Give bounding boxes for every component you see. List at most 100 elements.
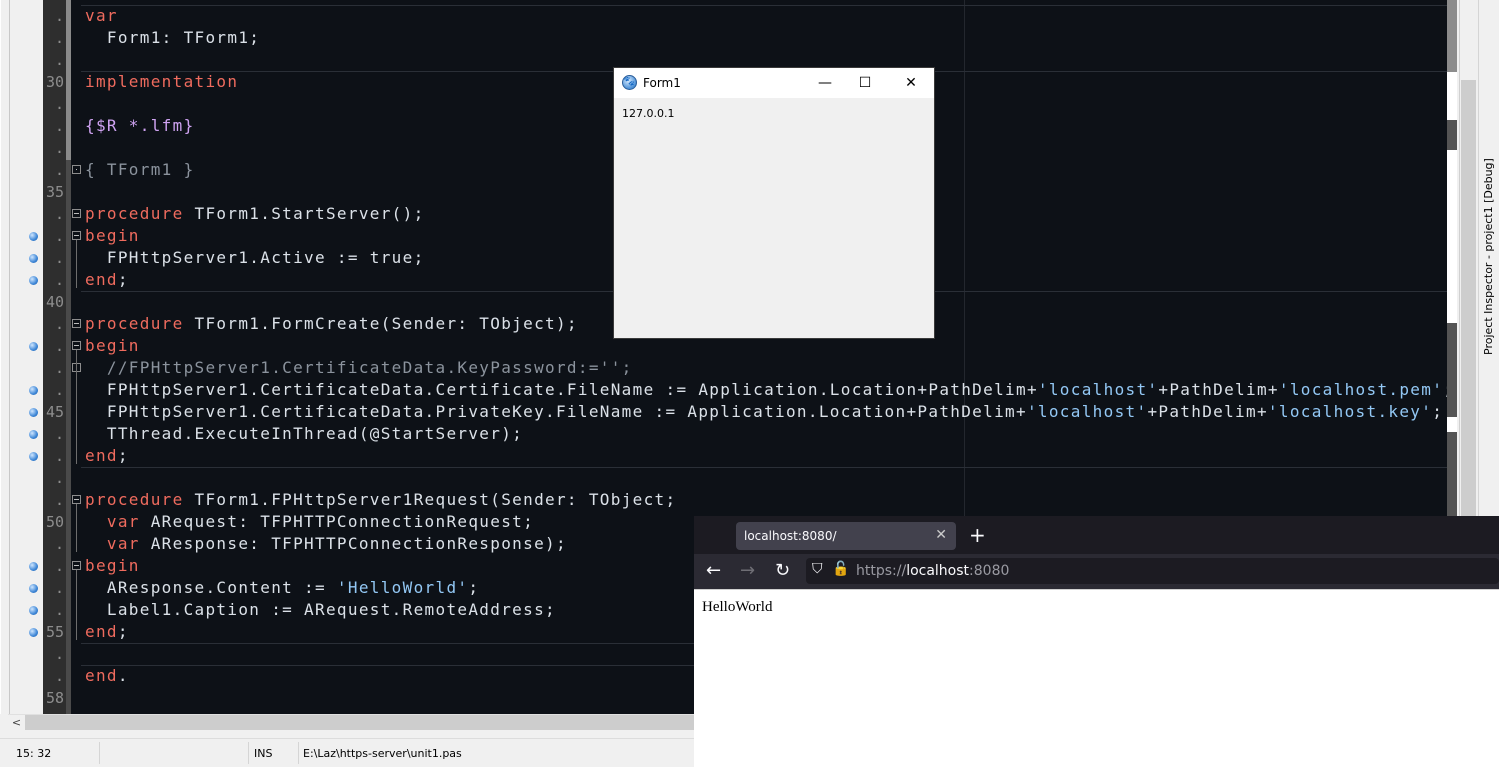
forward-button[interactable]: → bbox=[740, 559, 755, 583]
code-token: procedure bbox=[85, 490, 184, 509]
line-number: . bbox=[54, 95, 64, 113]
code-token: ; bbox=[468, 578, 480, 597]
code-line[interactable]: procedure TForm1.FormCreate(Sender: TObj… bbox=[85, 313, 578, 335]
scroll-left-icon[interactable]: < bbox=[8, 715, 25, 731]
lock-warning-icon[interactable]: 🔓 bbox=[832, 561, 849, 577]
tab-title: localhost:8080/ bbox=[744, 529, 837, 543]
code-token: Form1: TForm1; bbox=[85, 28, 261, 47]
tab-strip: localhost:8080/ ✕ + bbox=[694, 516, 1499, 554]
fold-guide bbox=[76, 350, 77, 464]
breakpoint-dot-icon[interactable] bbox=[29, 254, 38, 263]
code-line[interactable]: end; bbox=[85, 621, 129, 643]
fold-minus-icon[interactable] bbox=[72, 209, 81, 218]
code-line[interactable]: procedure TForm1.StartServer(); bbox=[85, 203, 425, 225]
breakpoint-dot-icon[interactable] bbox=[29, 584, 38, 593]
line-number: . bbox=[54, 667, 64, 685]
code-line[interactable]: begin bbox=[85, 225, 140, 247]
code-token: +PathDelim+ bbox=[1147, 402, 1268, 421]
lazarus-paw-icon: 🐾 bbox=[622, 75, 637, 90]
code-line[interactable]: var bbox=[85, 5, 118, 27]
breakpoint-dot-icon[interactable] bbox=[29, 276, 38, 285]
code-token: ; bbox=[1432, 402, 1444, 421]
fold-minus-icon[interactable] bbox=[72, 319, 81, 328]
code-line[interactable]: FPHttpServer1.Active := true; bbox=[85, 247, 425, 269]
line-number: . bbox=[54, 469, 64, 487]
code-line[interactable]: //FPHttpServer1.CertificateData.KeyPassw… bbox=[85, 357, 633, 379]
new-tab-button[interactable]: + bbox=[969, 522, 986, 548]
line-number: . bbox=[54, 645, 64, 663]
back-button[interactable]: ← bbox=[706, 559, 721, 583]
code-line[interactable]: AResponse.Content := 'HelloWorld'; bbox=[85, 577, 479, 599]
breakpoint-dot-icon[interactable] bbox=[29, 562, 38, 571]
maximize-button[interactable]: ☐ bbox=[842, 68, 888, 98]
fold-minus-icon[interactable] bbox=[72, 561, 81, 570]
reload-button[interactable]: ↻ bbox=[775, 559, 790, 583]
code-token: begin bbox=[85, 556, 140, 575]
form1-titlebar[interactable]: 🐾 Form1 — ☐ ✕ bbox=[614, 68, 934, 98]
line-number: . bbox=[54, 535, 64, 553]
breakpoint-dot-icon[interactable] bbox=[29, 342, 38, 351]
code-line[interactable]: var ARequest: TFPHTTPConnectionRequest; bbox=[85, 511, 534, 533]
code-token: +PathDelim+ bbox=[1158, 380, 1279, 399]
code-line[interactable]: {$R *.lfm} bbox=[85, 115, 195, 137]
code-line[interactable]: end; bbox=[85, 445, 129, 467]
section-divider bbox=[81, 5, 1447, 6]
breakpoint-dot-icon[interactable] bbox=[29, 606, 38, 615]
code-line[interactable]: end; bbox=[85, 269, 129, 291]
close-button[interactable]: ✕ bbox=[888, 68, 934, 98]
breakpoint-dot-icon[interactable] bbox=[29, 232, 38, 241]
tab-close-icon[interactable]: ✕ bbox=[935, 527, 947, 543]
url-bar[interactable]: ⛉ 🔓 https://localhost:8080 bbox=[806, 558, 1499, 584]
line-number: 35 bbox=[45, 183, 64, 201]
code-token: procedure bbox=[85, 314, 184, 333]
line-number: . bbox=[54, 161, 64, 179]
breakpoint-dot-icon[interactable] bbox=[29, 452, 38, 461]
fold-guide bbox=[76, 504, 77, 552]
code-token: { TForm1 } bbox=[85, 160, 195, 179]
code-token: . bbox=[117, 666, 129, 685]
fold-minus-icon[interactable] bbox=[72, 495, 81, 504]
fold-minus-icon[interactable] bbox=[72, 231, 81, 240]
code-line[interactable]: begin bbox=[85, 335, 140, 357]
label1: 127.0.0.1 bbox=[622, 107, 675, 120]
code-line[interactable]: procedure TForm1.FPHttpServer1Request(Se… bbox=[85, 489, 676, 511]
code-token: AResponse.Content := bbox=[85, 578, 337, 597]
url-text[interactable]: https://localhost:8080 bbox=[856, 563, 1009, 579]
code-token: end bbox=[85, 446, 118, 465]
fold-collapsed-icon[interactable] bbox=[72, 165, 81, 174]
code-line[interactable]: FPHttpServer1.CertificateData.Certificat… bbox=[85, 379, 1447, 401]
code-token: 'localhost.key' bbox=[1267, 402, 1433, 421]
breakpoint-dot-icon[interactable] bbox=[29, 430, 38, 439]
code-token: var bbox=[106, 512, 140, 531]
breakpoint-dot-icon[interactable] bbox=[29, 408, 38, 417]
line-number: . bbox=[54, 205, 64, 223]
line-number: . bbox=[54, 447, 64, 465]
code-line[interactable]: var AResponse: TFPHTTPConnectionResponse… bbox=[85, 533, 567, 555]
code-line[interactable]: FPHttpServer1.CertificateData.PrivateKey… bbox=[85, 401, 1443, 423]
form1-title: Form1 bbox=[643, 76, 681, 90]
shield-icon[interactable]: ⛉ bbox=[812, 561, 823, 577]
line-number: . bbox=[54, 359, 64, 377]
code-token: FPHttpServer1.Active := true; bbox=[85, 248, 425, 267]
code-line[interactable]: Label1.Caption := ARequest.RemoteAddress… bbox=[85, 599, 556, 621]
breakpoint-dot-icon[interactable] bbox=[29, 628, 38, 637]
tab-localhost[interactable]: localhost:8080/ ✕ bbox=[736, 522, 956, 550]
code-token: end bbox=[85, 270, 118, 289]
breakpoint-dot-icon[interactable] bbox=[29, 386, 38, 395]
code-line[interactable]: begin bbox=[85, 555, 140, 577]
project-inspector-title: Project Inspector - project1 [Debug] bbox=[1482, 158, 1495, 355]
code-line[interactable]: { TForm1 } bbox=[85, 159, 195, 181]
code-line[interactable]: Form1: TForm1; bbox=[85, 27, 260, 49]
code-line[interactable]: end. bbox=[85, 665, 129, 687]
fold-minus-icon[interactable] bbox=[72, 341, 81, 350]
line-number: 55 bbox=[45, 623, 64, 641]
line-number: . bbox=[54, 557, 64, 575]
code-token: TThread.ExecuteInThread(@StartServer); bbox=[85, 424, 524, 443]
line-number: . bbox=[54, 7, 64, 25]
code-line[interactable]: implementation bbox=[85, 71, 238, 93]
page-text: HelloWorld bbox=[702, 599, 773, 615]
fold-guide bbox=[76, 240, 77, 288]
code-token: implementation bbox=[85, 72, 239, 91]
line-number: . bbox=[54, 271, 64, 289]
code-line[interactable]: TThread.ExecuteInThread(@StartServer); bbox=[85, 423, 523, 445]
